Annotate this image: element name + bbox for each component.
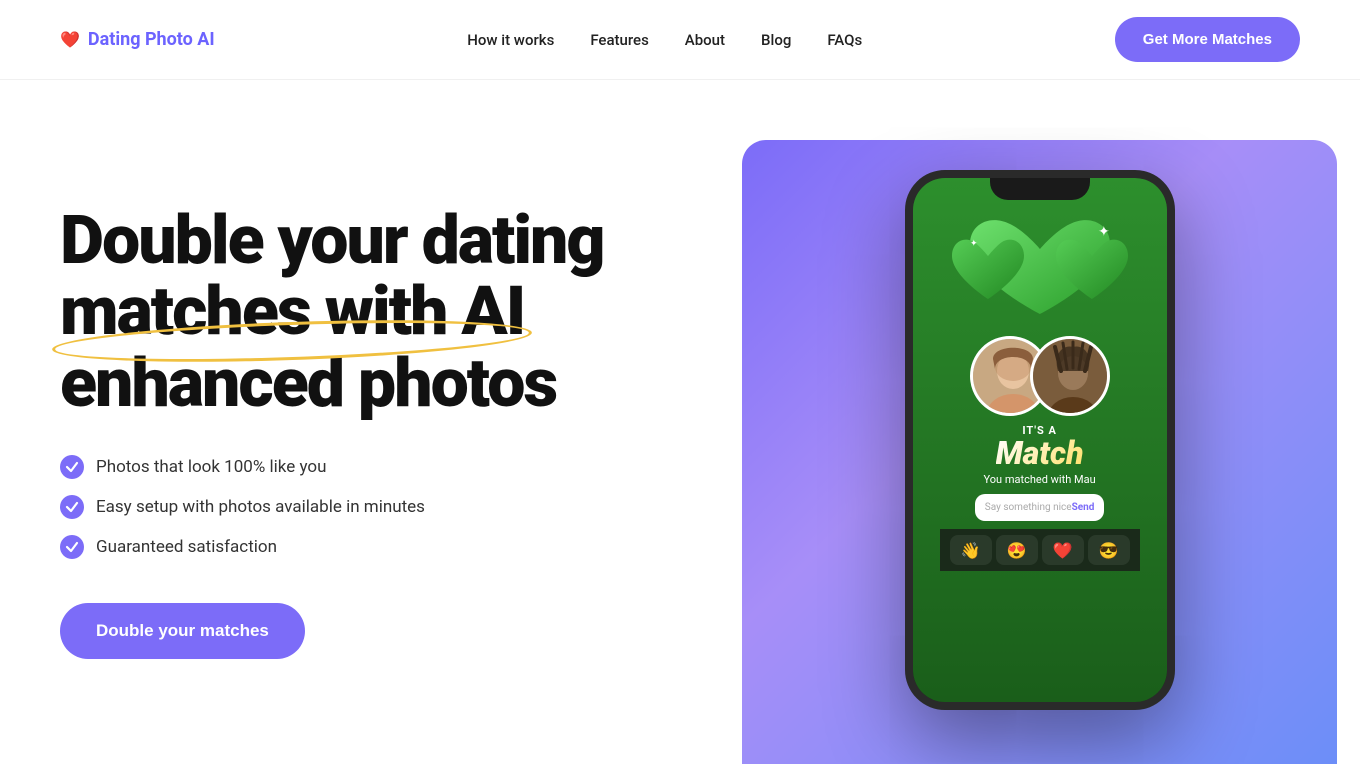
emoji-btn-heart[interactable]: ❤️ — [1042, 535, 1084, 565]
nav-link-faqs[interactable]: FAQs — [827, 31, 862, 49]
hero-title-line3: enhanced photos — [60, 343, 556, 423]
check-text-3: Guaranteed satisfaction — [96, 537, 277, 557]
hero-check-1: Photos that look 100% like you — [60, 455, 742, 479]
svg-text:✦: ✦ — [1098, 224, 1110, 240]
check-icon-1 — [60, 455, 84, 479]
matched-with-text: You matched with Mau — [984, 473, 1096, 486]
logo-icon: ❤️ — [60, 30, 80, 49]
check-text-2: Easy setup with photos available in minu… — [96, 497, 425, 517]
profile-circle-male — [1030, 336, 1110, 416]
hero-cta-button[interactable]: Double your matches — [60, 603, 305, 659]
nav-cta-button[interactable]: Get More Matches — [1115, 17, 1300, 62]
emoji-btn-heart-eyes[interactable]: 😍 — [996, 535, 1038, 565]
hero-title: Double your dating matches with AI enhan… — [60, 205, 742, 419]
phone-message-area: Say something nice Send — [975, 494, 1105, 521]
hero-left: Double your dating matches with AI enhan… — [60, 205, 742, 699]
hero-right: ✦ ✦ — [742, 140, 1337, 764]
phone-screen: ✦ ✦ — [913, 178, 1167, 702]
check-text-1: Photos that look 100% like you — [96, 457, 326, 477]
check-icon-3 — [60, 535, 84, 559]
logo[interactable]: ❤️ Dating Photo AI — [60, 29, 215, 50]
check-icon-2 — [60, 495, 84, 519]
logo-text: Dating Photo AI — [88, 29, 215, 50]
nav-link-features[interactable]: Features — [590, 31, 648, 49]
phone-emoji-row: 👋 😍 ❤️ 😎 — [940, 529, 1140, 571]
navbar: ❤️ Dating Photo AI How it works Features… — [0, 0, 1360, 80]
match-big-text: Match — [996, 437, 1084, 469]
phone-mockup: ✦ ✦ — [905, 170, 1175, 710]
nav-links: How it works Features About Blog FAQs — [467, 31, 862, 49]
hearts-decoration: ✦ ✦ — [913, 206, 1167, 346]
emoji-btn-cool[interactable]: 😎 — [1088, 535, 1130, 565]
nav-link-blog[interactable]: Blog — [761, 31, 791, 49]
svg-text:✦: ✦ — [970, 239, 978, 249]
hero-checklist: Photos that look 100% like you Easy setu… — [60, 455, 742, 559]
phone-notch — [990, 178, 1090, 200]
hero-check-3: Guaranteed satisfaction — [60, 535, 742, 559]
emoji-btn-wave[interactable]: 👋 — [950, 535, 992, 565]
hero-section: Double your dating matches with AI enhan… — [0, 80, 1360, 764]
send-label[interactable]: Send — [1072, 502, 1095, 513]
hero-title-line2: matches with AI — [60, 276, 524, 347]
hearts-svg: ✦ ✦ — [940, 214, 1140, 344]
nav-link-about[interactable]: About — [685, 31, 725, 49]
profile-photos-row — [970, 336, 1110, 416]
nav-link-how-it-works[interactable]: How it works — [467, 31, 554, 49]
match-text-area: IT'S A Match You matched with Mau — [974, 424, 1106, 486]
hero-check-2: Easy setup with photos available in minu… — [60, 495, 742, 519]
message-placeholder[interactable]: Say something nice — [985, 502, 1072, 513]
hero-title-line1: Double your dating — [60, 200, 604, 280]
